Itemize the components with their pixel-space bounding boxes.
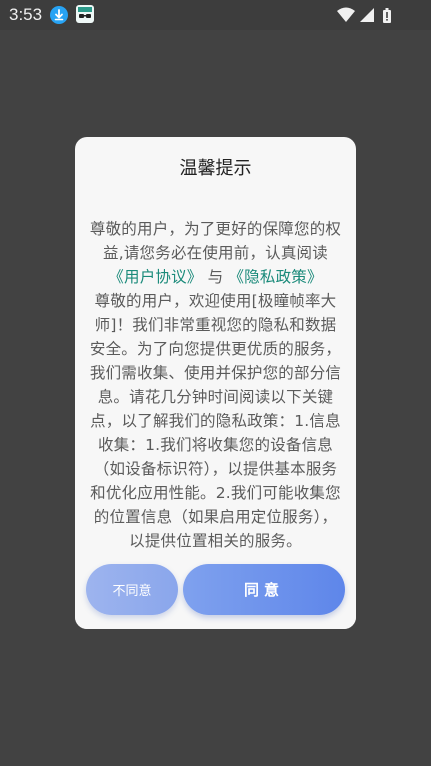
disagree-button[interactable]: 不同意 (86, 564, 178, 615)
dialog-intro: 尊敬的用户，为了更好的保障您的权益,请您务必在使用前，认真阅读 (89, 220, 342, 262)
system-status-icons (336, 6, 401, 24)
dialog-content: 尊敬的用户，欢迎使用[极瞳帧率大师]！我们非常重视您的隐私和数据安全。为了向您提… (89, 292, 342, 550)
download-icon (50, 6, 68, 24)
agree-button[interactable]: 同意 (183, 564, 345, 615)
status-bar: 3:53 (0, 0, 431, 30)
dialog-title: 温馨提示 (179, 158, 252, 179)
wifi-icon (337, 7, 355, 22)
user-agreement-link[interactable]: 《用户协议》 (108, 268, 202, 286)
status-time: 3:53 (9, 5, 43, 24)
battery-icon (383, 8, 391, 23)
agreement-links-line: 《用户协议》 与 《隐私政策》 (87, 265, 344, 289)
privacy-policy-link[interactable]: 《隐私政策》 (228, 268, 322, 286)
dialog-body[interactable]: 尊敬的用户，为了更好的保障您的权益,请您务必在使用前，认真阅读 《用户协议》 与… (87, 217, 344, 567)
signal-icon (360, 8, 374, 22)
privacy-dialog: 温馨提示 尊敬的用户，为了更好的保障您的权益,请您务必在使用前，认真阅读 《用户… (75, 137, 356, 629)
link-connector: 与 (207, 268, 224, 286)
app-notification-icon (76, 5, 94, 23)
